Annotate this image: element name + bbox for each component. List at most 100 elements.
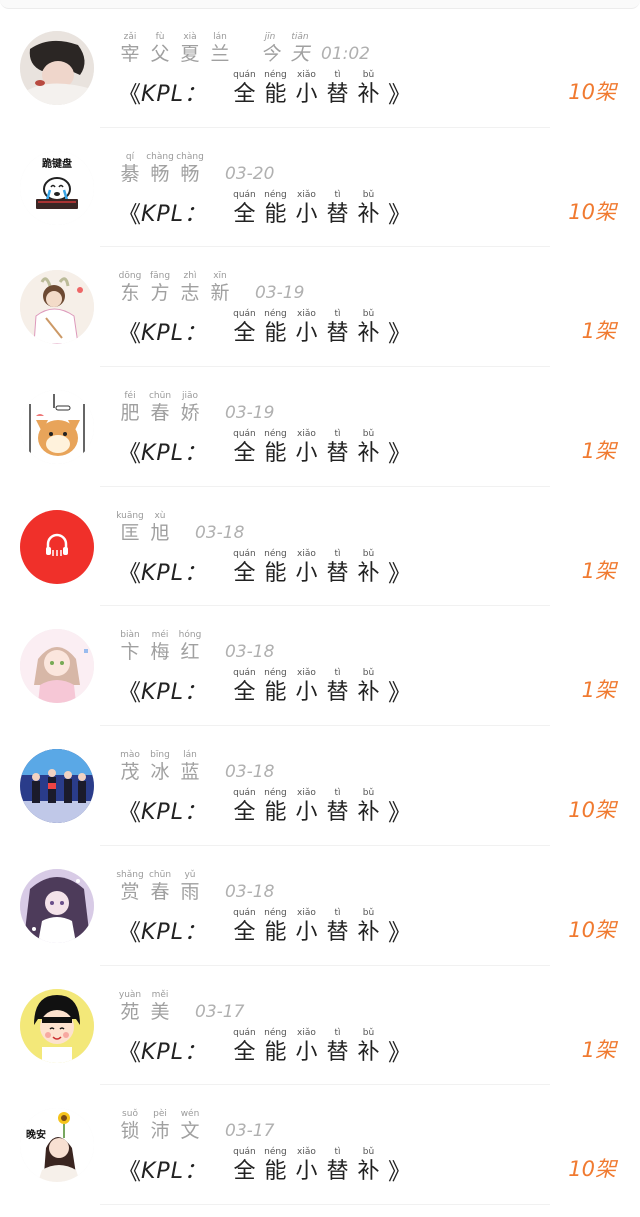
title-character: néng 能 (260, 190, 291, 230)
send-time: jīn 今 tiān 天 01:02 (255, 32, 370, 66)
pinyin-annotation: tì (334, 1027, 341, 1038)
shiba-dog-icon[interactable] (20, 390, 94, 465)
sender-name[interactable]: zǎi 宰 fù 父 xià 夏 lán 兰 (115, 32, 235, 66)
hanzi-character: 小 (295, 441, 318, 467)
sender-meta: kuāng 匡 xù 旭 03-18 (115, 509, 244, 545)
name-character: wén 文 (175, 1109, 205, 1143)
name-character: lán 兰 (205, 32, 235, 66)
hanzi-character: 锁 (120, 1120, 140, 1143)
pinyin-annotation: néng (264, 429, 287, 440)
name-character: méi 梅 (145, 630, 175, 664)
title-close-bracket: 》 (387, 201, 411, 228)
hanzi-character: 红 (180, 641, 200, 664)
hanzi-character: 能 (264, 800, 287, 826)
name-character: féi 肥 (115, 391, 145, 425)
hanzi-character: 小 (295, 1159, 318, 1185)
sender-name[interactable]: dōng 东 fāng 方 zhì 志 xīn 新 (115, 271, 235, 305)
gift-record-row[interactable]: zǎi 宰 fù 父 xià 夏 lán 兰 jīn 今 tiān 天 01:02 《 KPL： quán 全 n… (0, 8, 640, 128)
title-character: néng 能 (260, 429, 291, 469)
title-open-bracket: 《 (118, 560, 141, 587)
hanzi-character: 冰 (150, 761, 170, 784)
sender-name[interactable]: yuàn 苑 měi 美 (115, 990, 175, 1024)
title-character: bǔ 补 (353, 668, 384, 708)
title-character: quán 全 (229, 190, 260, 230)
hanzi-character: 替 (326, 441, 349, 467)
sender-name[interactable]: qí 綦 chàng 畅 chàng 畅 (115, 152, 205, 186)
name-character: jiāo 娇 (175, 391, 205, 425)
hanzi-character: 小 (295, 800, 318, 826)
gift-record-row[interactable]: biàn 卞 méi 梅 hóng 红 03-18 《 KPL： quán 全 néng 能 xiǎo 小 t… (0, 606, 640, 726)
pinyin-annotation: tì (334, 309, 341, 320)
title-prefix: KPL： (141, 560, 207, 586)
photo-girl-icon[interactable] (20, 31, 94, 105)
name-character: fù 父 (145, 32, 175, 66)
sender-name[interactable]: suǒ 锁 pèi 沛 wén 文 (115, 1109, 205, 1143)
maruko-icon[interactable] (20, 988, 94, 1063)
title-character: bǔ 补 (353, 70, 384, 110)
pinyin-annotation: xiǎo (297, 788, 316, 799)
gift-record-row[interactable]: yuàn 苑 měi 美 03-17 《 KPL： quán 全 néng 能 xiǎo 小 tì 替 bǔ 补… (0, 966, 640, 1086)
gift-record-row[interactable]: féi 肥 chūn 春 jiāo 娇 03-19 《 KPL： quán 全 néng 能 xiǎo 小 t… (0, 367, 640, 487)
hanzi-character: 小 (295, 680, 318, 706)
pinyin-annotation: chàng (146, 151, 174, 162)
title-close-bracket: 》 (387, 321, 411, 348)
hanzi-character: 能 (264, 1159, 287, 1185)
hanzi-character: 全 (233, 1039, 256, 1065)
gift-quantity: 1架 (581, 439, 616, 464)
sender-name[interactable]: biàn 卞 méi 梅 hóng 红 (115, 630, 205, 664)
title-close-bracket: 》 (387, 800, 411, 827)
hanzi-character: 小 (295, 919, 318, 945)
gift-record-row[interactable]: shǎng 赏 chūn 春 yǔ 雨 03-18 《 KPL： quán 全 néng 能 xiǎo 小 t… (0, 846, 640, 966)
gift-record-row[interactable]: mào 茂 bīng 冰 lán 蓝 03-18 《 KPL： quán 全 néng 能 xiǎo 小 tì… (0, 726, 640, 846)
stage-group-icon[interactable] (20, 749, 94, 824)
sender-meta: shǎng 赏 chūn 春 yǔ 雨 03-18 (115, 868, 274, 904)
hanzi-character: 能 (264, 201, 287, 227)
title-prefix: KPL： (141, 201, 207, 227)
purple-anime-icon[interactable] (20, 868, 94, 943)
pinyin-annotation: chūn (148, 391, 172, 402)
hanzi-character: 替 (326, 800, 349, 826)
gift-quantity: 10架 (568, 1157, 616, 1182)
bunny-couple-icon[interactable] (20, 270, 94, 345)
send-time: 03-18 (225, 642, 275, 663)
pinyin-annotation: xiǎo (297, 1027, 316, 1038)
name-character: yuàn 苑 (115, 990, 145, 1024)
pinyin-annotation: zhì (183, 271, 197, 282)
sunflower-girl-icon[interactable]: 晚安 (20, 1108, 94, 1183)
gift-record-row[interactable]: kuāng 匡 xù 旭 03-18 《 KPL： quán 全 néng 能 xiǎo 小 tì 替 bǔ 补… (0, 487, 640, 607)
name-character: shǎng 赏 (115, 870, 145, 904)
title-prefix: KPL： (141, 321, 207, 347)
title-character: quán 全 (229, 309, 260, 349)
sender-name[interactable]: kuāng 匡 xù 旭 (115, 511, 175, 545)
hanzi-character: 替 (326, 82, 349, 107)
red-headphones-icon[interactable] (20, 509, 94, 584)
name-character: mào 茂 (115, 750, 145, 784)
hanzi-character: 美 (150, 1000, 170, 1023)
hanzi-character: 旭 (150, 521, 170, 544)
sender-name[interactable]: mào 茂 bīng 冰 lán 蓝 (115, 750, 205, 784)
gift-record-row[interactable]: 跪键盘 qí 綦 chàng 畅 chàng 畅 03-20 《 KPL： quán 全 néng 能 xi… (0, 128, 640, 248)
anime-girl-icon[interactable] (20, 629, 94, 704)
hanzi-character: 小 (295, 82, 318, 107)
title-close-bracket: 》 (387, 680, 411, 707)
title-character: tì 替 (322, 190, 353, 230)
title-character: néng 能 (260, 1028, 291, 1068)
pinyin-annotation: xiǎo (297, 1147, 316, 1158)
hanzi-character: 畅 (150, 162, 170, 185)
hanzi-character: 今 (260, 43, 280, 65)
sender-name[interactable]: shǎng 赏 chūn 春 yǔ 雨 (115, 870, 205, 904)
sender-meta: féi 肥 chūn 春 jiāo 娇 03-19 (115, 389, 274, 425)
sender-name[interactable]: féi 肥 chūn 春 jiāo 娇 (115, 391, 205, 425)
title-character: bǔ 补 (353, 788, 384, 828)
name-character: biàn 卞 (115, 630, 145, 664)
title-open-bracket: 《 (118, 1039, 141, 1066)
gift-record-row[interactable]: 晚安 suǒ 锁 pèi 沛 wén 文 03-17 《 KPL： quán 全 néng 能 xiǎo 小 t… (0, 1085, 640, 1205)
pinyin-annotation: tiān (291, 32, 309, 42)
hanzi-character: 补 (357, 919, 380, 945)
pinyin-annotation: qí (125, 151, 135, 162)
title-character: quán 全 (229, 908, 260, 948)
title-character: xiǎo 小 (291, 1147, 322, 1187)
title-open-bracket: 《 (118, 441, 141, 468)
crying-keyboard-icon[interactable]: 跪键盘 (20, 150, 94, 225)
gift-record-row[interactable]: dōng 东 fāng 方 zhì 志 xīn 新 03-19 《 KPL： quán 全 néng 能 xi… (0, 247, 640, 367)
